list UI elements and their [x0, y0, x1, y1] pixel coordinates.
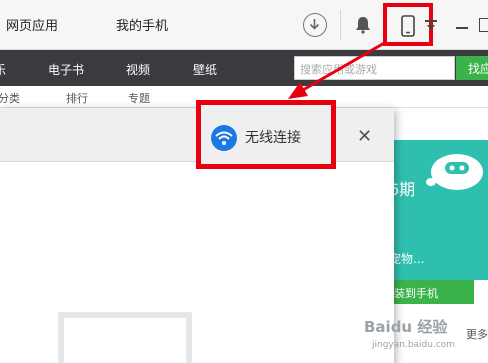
baidu-watermark: Baidu 经验 [364, 318, 448, 336]
annotation-arrow [288, 40, 387, 99]
baidu-watermark-url: jingyan.baidu.com [372, 340, 456, 350]
